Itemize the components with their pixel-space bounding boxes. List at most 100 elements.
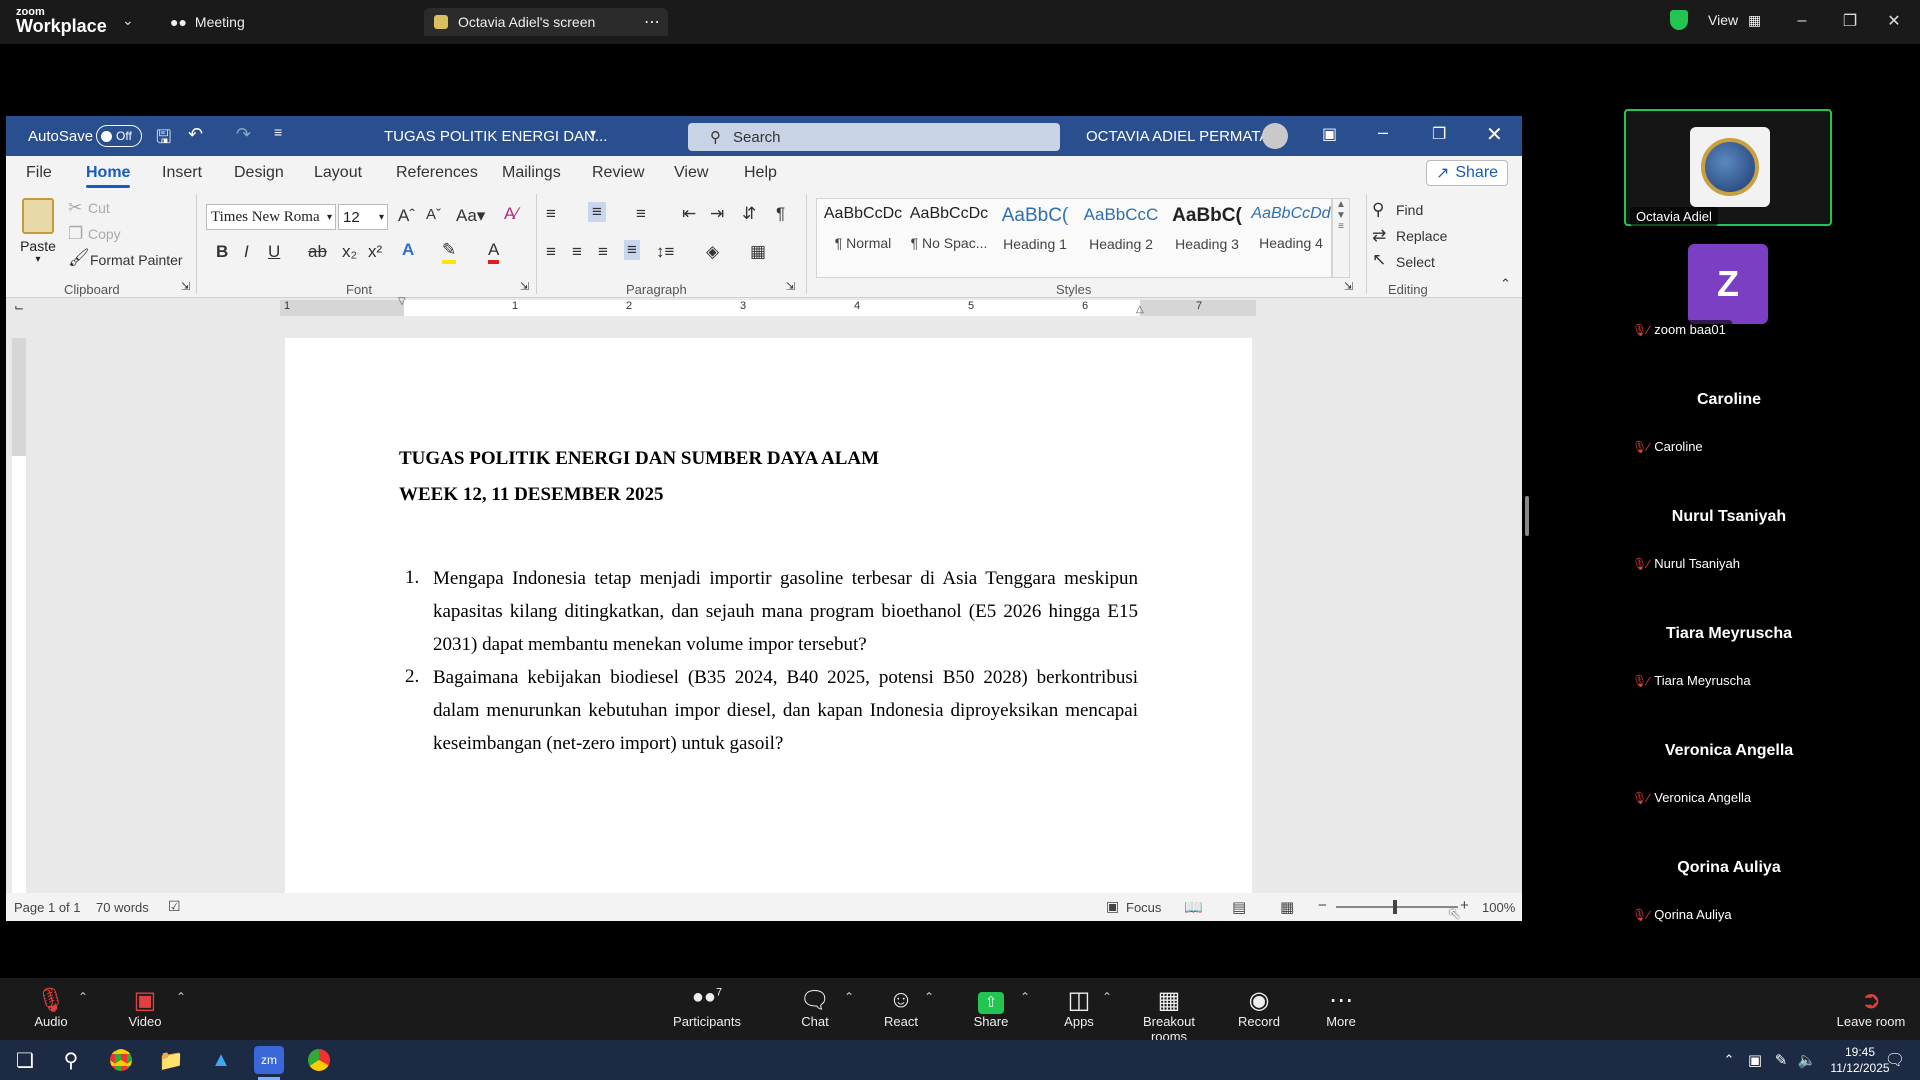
participant-tile[interactable]: Qorina Auliya 🎙∕ Qorina Auliya — [1624, 848, 1832, 928]
screen-share-tab[interactable]: Octavia Adiel's screen ⋯ — [424, 8, 668, 36]
chrome-icon[interactable] — [304, 1046, 334, 1074]
participant-tile[interactable]: Tiara Meyruscha 🎙∕ Tiara Meyruscha — [1624, 614, 1832, 694]
style-heading-1[interactable]: AaBbC( Heading 1 — [993, 205, 1077, 252]
customize-toolbar-icon[interactable]: ≡ — [274, 124, 282, 140]
line-spacing-icon[interactable]: ↕≡ — [656, 242, 674, 262]
breakout-rooms-button[interactable]: ▦ Breakout rooms — [1124, 986, 1214, 1044]
superscript-icon[interactable]: x² — [368, 242, 382, 262]
print-layout-icon[interactable]: ▤ — [1232, 898, 1246, 916]
tab-help[interactable]: Help — [744, 164, 777, 182]
redo-icon[interactable]: ↷ — [236, 124, 251, 145]
shading-icon[interactable]: ◈ — [706, 242, 719, 262]
style-heading-3[interactable]: AaBbC( Heading 3 — [1165, 205, 1249, 252]
tab-file[interactable]: File — [26, 164, 52, 182]
bullets-icon[interactable]: ≡ — [546, 204, 556, 224]
splitter-handle[interactable] — [1525, 496, 1529, 536]
encryption-shield-icon[interactable] — [1670, 10, 1688, 30]
chat-options-icon[interactable]: ⌃ — [844, 990, 854, 1004]
multilevel-list-icon[interactable]: ≡ — [636, 204, 646, 224]
tab-home[interactable]: Home — [86, 164, 131, 188]
tab-selector-icon[interactable]: ⌙ — [14, 300, 24, 314]
chrome-icon[interactable] — [106, 1046, 136, 1074]
save-icon[interactable]: 🖫 — [156, 125, 171, 155]
align-center-icon[interactable]: ≡ — [572, 242, 582, 262]
highlight-icon[interactable]: ✎ — [442, 240, 457, 264]
search-icon[interactable]: ⚲ — [56, 1046, 86, 1074]
bold-icon[interactable]: B — [216, 242, 228, 262]
document-page[interactable]: TUGAS POLITIK ENERGI DAN SUMBER DAYA ALA… — [285, 338, 1252, 893]
word-close-icon[interactable]: ✕ — [1486, 122, 1503, 147]
zoom-slider[interactable] — [1336, 900, 1458, 914]
paste-button[interactable]: Paste ▾ — [16, 198, 60, 278]
more-button[interactable]: ⋯ More — [1296, 986, 1386, 1029]
volume-icon[interactable]: 🔈 — [1792, 1046, 1822, 1074]
participants-button[interactable]: ●●7 Participants — [662, 986, 752, 1029]
ribbon-display-icon[interactable]: ▣ — [1322, 124, 1337, 144]
document-title[interactable]: TUGAS POLITIK ENERGI DAN... — [384, 128, 607, 145]
audio-options-icon[interactable]: ⌃ — [78, 990, 88, 1004]
user-avatar[interactable] — [1262, 123, 1288, 149]
restore-icon[interactable]: ❐ — [1830, 8, 1870, 34]
word-count[interactable]: 70 words — [96, 900, 149, 915]
dialog-launcher-icon[interactable]: ⇲ — [1344, 280, 1353, 293]
notifications-icon[interactable]: 🗨 — [1880, 1046, 1910, 1074]
increase-indent-icon[interactable]: ⇥ — [710, 204, 724, 224]
more-options-icon[interactable]: ⋯ — [644, 12, 660, 32]
underline-icon[interactable]: U — [268, 242, 280, 262]
font-size-select[interactable]: 12 ▾ — [338, 204, 388, 230]
close-icon[interactable]: ✕ — [1874, 8, 1914, 34]
dialog-launcher-icon[interactable]: ⇲ — [520, 280, 529, 293]
view-button[interactable]: View ▦ — [1708, 12, 1761, 29]
share-button[interactable]: ↗ Share — [1426, 160, 1508, 186]
tab-insert[interactable]: Insert — [162, 164, 202, 182]
tab-view[interactable]: View — [674, 164, 708, 182]
focus-button[interactable]: Focus — [1126, 900, 1161, 915]
video-options-icon[interactable]: ⌃ — [176, 990, 186, 1004]
style-heading-4[interactable]: AaBbCcDd Heading 4 — [1251, 205, 1331, 251]
windows-start-icon[interactable]: ❏ — [10, 1046, 40, 1074]
proofing-icon[interactable]: ☑ — [168, 898, 181, 915]
subscript-icon[interactable]: x₂ — [342, 242, 357, 262]
zoom-out-icon[interactable]: − — [1318, 897, 1327, 914]
tab-layout[interactable]: Layout — [314, 164, 362, 182]
shrink-font-icon[interactable]: Aˇ — [426, 206, 441, 223]
align-left-icon[interactable]: ≡ — [546, 242, 556, 262]
undo-icon[interactable]: ↶ — [188, 124, 203, 145]
justify-icon[interactable]: ≡ — [624, 240, 640, 260]
strikethrough-icon[interactable]: ab — [308, 242, 327, 262]
word-minimize-icon[interactable]: – — [1378, 122, 1388, 143]
tab-design[interactable]: Design — [234, 164, 284, 182]
participant-tile[interactable]: Caroline 🎙∕ Caroline — [1624, 380, 1832, 460]
cut-button[interactable]: Cut — [88, 200, 110, 216]
share-options-icon[interactable]: ⌃ — [1020, 990, 1030, 1004]
user-name[interactable]: OCTAVIA ADIEL PERMATA — [1086, 128, 1269, 145]
select-button[interactable]: Select — [1396, 254, 1435, 270]
zoom-slider-thumb[interactable] — [1393, 900, 1397, 914]
chevron-down-icon[interactable]: ⌄ — [122, 12, 134, 29]
style-heading-2[interactable]: AaBbCcC Heading 2 — [1079, 205, 1163, 252]
react-options-icon[interactable]: ⌃ — [924, 990, 934, 1004]
zoom-taskbar-icon[interactable]: zm — [254, 1046, 284, 1074]
collapse-ribbon-icon[interactable]: ⌃ — [1500, 276, 1511, 292]
text-effects-icon[interactable]: A — [402, 240, 414, 260]
tab-references[interactable]: References — [396, 164, 478, 182]
clear-formatting-icon[interactable]: A∕ — [504, 204, 518, 224]
participant-tile[interactable]: Veronica Angella 🎙∕ Veronica Angella — [1624, 731, 1832, 811]
style-no-spacing[interactable]: AaBbCcDc ¶ No Spac... — [907, 205, 991, 251]
numbering-icon[interactable]: ≡ — [588, 202, 606, 222]
read-mode-icon[interactable]: 📖 — [1184, 898, 1203, 916]
style-normal[interactable]: AaBbCcDc ¶ Normal — [821, 205, 905, 251]
sort-icon[interactable]: ⇵ — [742, 204, 756, 224]
right-indent-marker-icon[interactable]: △ — [1136, 304, 1144, 315]
participant-tile[interactable]: Z 🎙∕ zoom baa01 — [1624, 240, 1832, 344]
autosave-toggle[interactable]: Off — [96, 125, 142, 147]
dialog-launcher-icon[interactable]: ⇲ — [786, 280, 795, 293]
decrease-indent-icon[interactable]: ⇤ — [682, 204, 696, 224]
styles-scroll[interactable]: ▲ ▼ ≡ — [1332, 198, 1350, 278]
format-painter-button[interactable]: Format Painter — [90, 252, 183, 268]
page-count[interactable]: Page 1 of 1 — [14, 900, 81, 915]
meeting-tab[interactable]: ●● Meeting — [170, 8, 270, 36]
font-color-icon[interactable]: A — [488, 240, 500, 264]
tab-review[interactable]: Review — [592, 164, 644, 182]
show-formatting-icon[interactable]: ¶ — [776, 204, 785, 224]
